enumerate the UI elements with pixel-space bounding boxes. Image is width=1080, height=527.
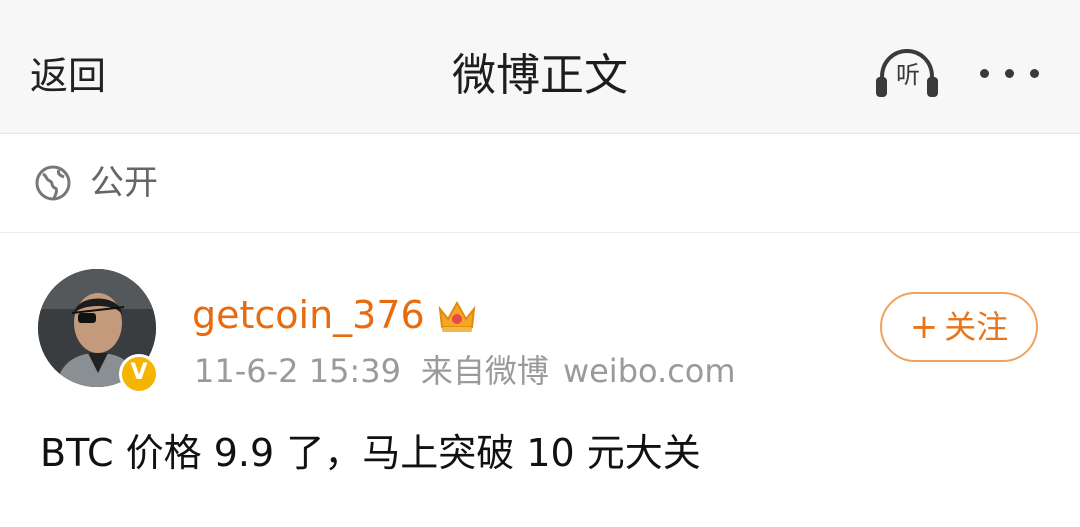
verified-badge: V	[119, 354, 159, 394]
more-options-button[interactable]	[974, 55, 1044, 95]
post-source-site: weibo.com	[562, 352, 736, 390]
more-dots-icon	[980, 69, 989, 78]
listen-label: 听	[896, 61, 920, 89]
plus-icon: +	[909, 307, 939, 347]
listen-button[interactable]: 听	[872, 47, 942, 105]
post-text: BTC 价格 9.9 了，马上突破 10 元大关	[40, 431, 701, 475]
visibility-row: 公开	[0, 134, 1080, 233]
post-card: V getcoin_376 11-6-2 15:39 来自微博 weibo.com …	[0, 233, 1080, 527]
visibility-label: 公开	[90, 163, 158, 203]
more-dots-icon	[1005, 69, 1014, 78]
crown-icon	[438, 300, 476, 332]
post-timestamp: 11-6-2 15:39	[194, 352, 401, 390]
username-link[interactable]: getcoin_376	[192, 289, 425, 341]
follow-label: 关注	[944, 308, 1009, 346]
globe-icon	[35, 165, 71, 201]
post-source-prefix: 来自微博	[420, 352, 549, 390]
top-nav-bar: 返回 微博正文 听	[0, 0, 1080, 134]
follow-button[interactable]: + 关注	[880, 292, 1038, 362]
more-dots-icon	[1030, 69, 1039, 78]
post-meta: 11-6-2 15:39 来自微博 weibo.com	[194, 349, 736, 393]
